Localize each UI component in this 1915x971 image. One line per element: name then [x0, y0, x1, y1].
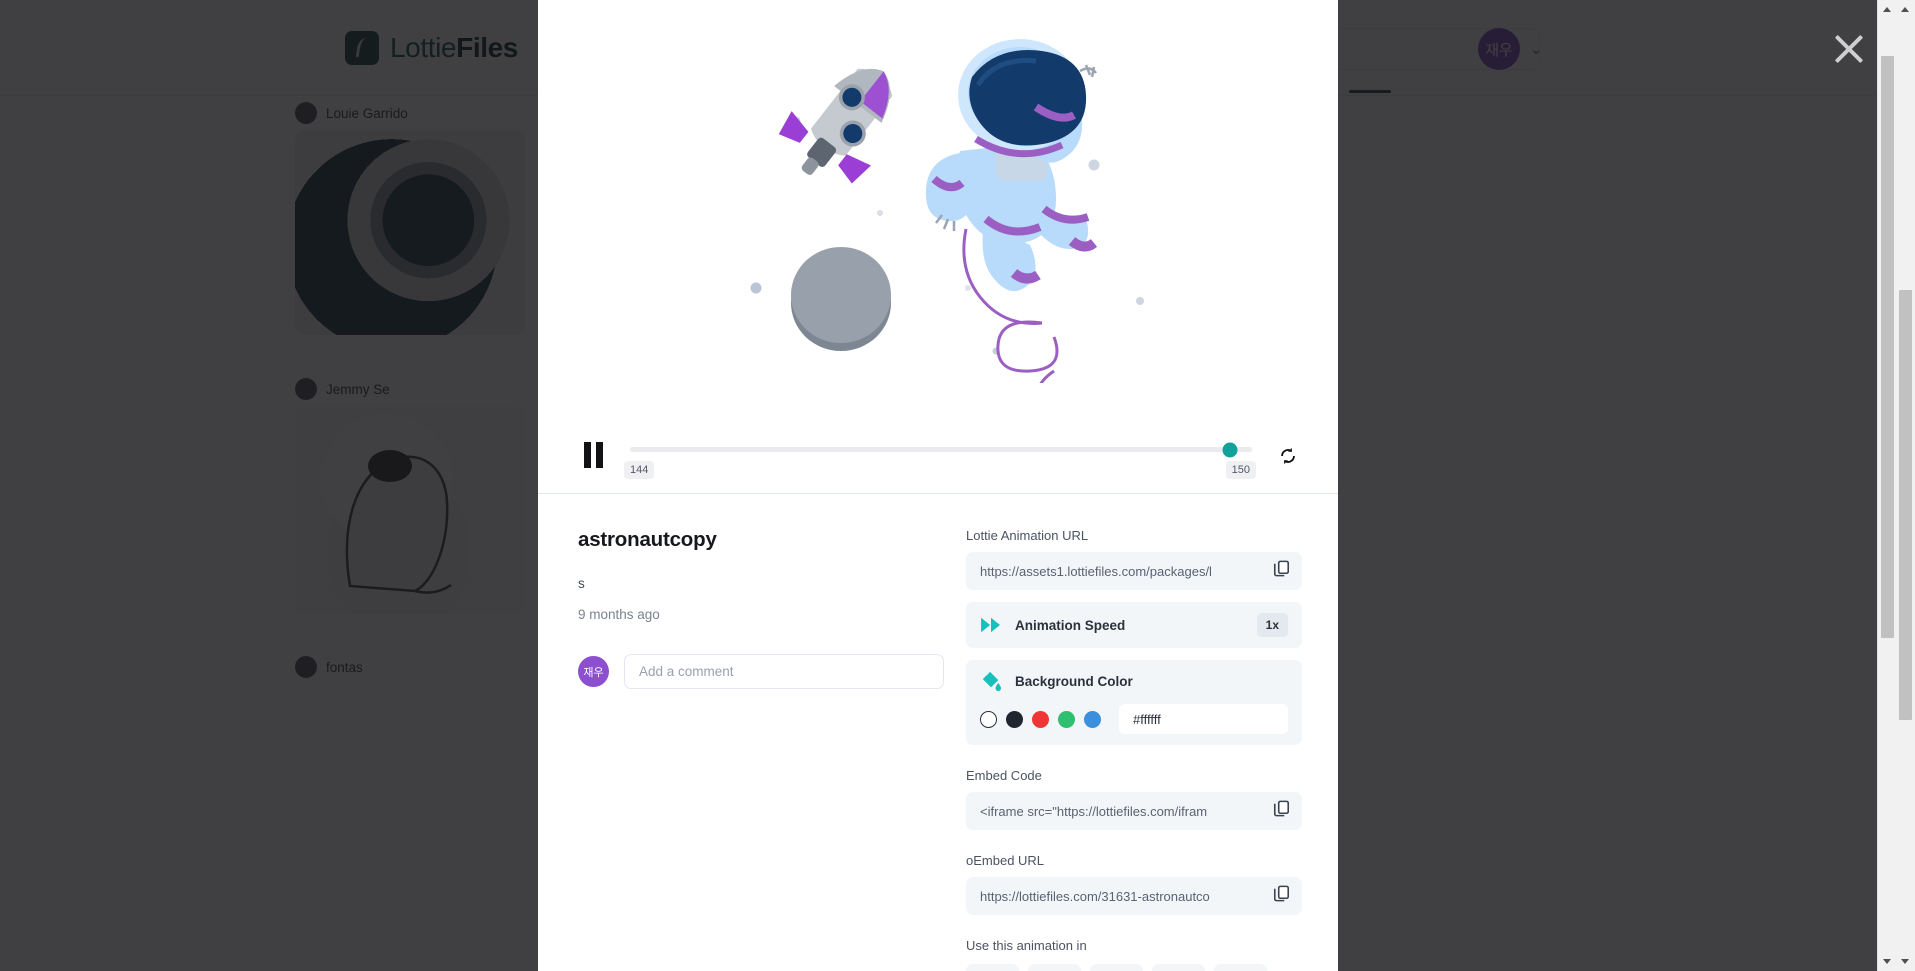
bgcolor-header: Background Color — [980, 671, 1288, 691]
copy-icon[interactable] — [1272, 884, 1292, 908]
oembed-url-value: https://lottiefiles.com/31631-astronautc… — [980, 888, 1210, 904]
animation-info: astronautcopy s 9 months ago 재우 Lottie A… — [538, 494, 1338, 971]
seek-track[interactable] — [630, 442, 1252, 457]
swatch-white[interactable] — [980, 710, 997, 728]
speed-label: Animation Speed — [1015, 617, 1126, 633]
current-frame: 144 — [624, 461, 655, 479]
animation-speed-panel: Animation Speed 1x — [966, 602, 1302, 648]
comment-input[interactable] — [624, 654, 944, 689]
player-controls: 144 150 — [538, 415, 1338, 493]
scroll-thumb[interactable] — [1881, 56, 1894, 638]
speed-value[interactable]: 1x — [1256, 613, 1288, 637]
swatch-green[interactable] — [1058, 710, 1075, 728]
avatar: 재우 — [578, 656, 609, 687]
platform-html-button[interactable]: <html> — [966, 964, 1019, 971]
copy-glyph — [1273, 560, 1290, 577]
oembed-url-field[interactable]: https://lottiefiles.com/31631-astronautc… — [966, 877, 1302, 915]
comment-composer: 재우 — [578, 654, 944, 689]
use-in-label: Use this animation in — [966, 938, 1087, 953]
info-right-column: Lottie Animation URL https://assets1.lot… — [966, 528, 1302, 971]
color-swatches: #ffffff — [980, 704, 1288, 734]
animation-url-value: https://assets1.lottiefiles.com/packages… — [980, 563, 1212, 579]
timestamp: 9 months ago — [578, 607, 660, 622]
animation-stage[interactable] — [538, 0, 1338, 415]
embed-code-field[interactable]: <iframe src="https://lottiefiles.com/ifr… — [966, 792, 1302, 830]
scroll-down-icon[interactable] — [1883, 959, 1891, 964]
scroll-down-icon[interactable] — [1901, 959, 1909, 964]
loop-button[interactable] — [1274, 442, 1302, 470]
animation-detail-modal: 144 150 astronautcopy s 9 months ago 재우 — [538, 0, 1338, 971]
seek-slider[interactable]: 144 150 — [624, 432, 1256, 483]
fast-forward-icon — [981, 617, 1000, 633]
animation-description: s — [578, 576, 585, 591]
hex-input[interactable]: #ffffff — [1119, 704, 1288, 734]
platform-elementor-button[interactable] — [1028, 964, 1081, 971]
close-icon[interactable] — [1830, 30, 1868, 68]
copy-glyph — [1273, 800, 1290, 817]
pause-icon — [595, 442, 603, 468]
platform-apple-button[interactable] — [1152, 964, 1205, 971]
frame-labels: 144 150 — [624, 461, 1256, 483]
inner-scrollbar[interactable] — [1877, 0, 1896, 971]
embed-code-value: <iframe src="https://lottiefiles.com/ifr… — [980, 803, 1208, 819]
copy-icon[interactable] — [1272, 559, 1292, 583]
platform-android-button[interactable] — [1214, 964, 1267, 971]
animation-url-field[interactable]: https://assets1.lottiefiles.com/packages… — [966, 552, 1302, 590]
copy-icon[interactable] — [1272, 799, 1292, 823]
platform-webflow-button[interactable]: W — [1090, 964, 1143, 971]
page-title: astronautcopy — [578, 528, 717, 551]
seek-handle[interactable] — [1222, 442, 1238, 457]
copy-glyph — [1273, 885, 1290, 902]
swatch-blue[interactable] — [1084, 710, 1101, 728]
speed-header: Animation Speed 1x — [980, 613, 1288, 637]
pause-button[interactable] — [578, 440, 608, 470]
oembed-url-label: oEmbed URL — [966, 853, 1045, 868]
page-scrollbar[interactable] — [1896, 0, 1915, 971]
loop-icon — [1281, 447, 1295, 465]
scroll-up-icon[interactable] — [1883, 7, 1891, 12]
animation-player: 144 150 — [538, 0, 1338, 494]
swatch-dark[interactable] — [1006, 710, 1023, 728]
pause-icon — [583, 442, 591, 468]
background-color-panel: Background Color #ffffff — [966, 660, 1302, 745]
scroll-thumb[interactable] — [1899, 290, 1912, 720]
bgcolor-label: Background Color — [1015, 673, 1133, 689]
paint-bucket-icon — [982, 671, 1001, 691]
animation-url-label: Lottie Animation URL — [966, 528, 1089, 543]
astronaut-rocket-animation — [750, 38, 1144, 383]
scroll-up-icon[interactable] — [1901, 7, 1909, 12]
info-left-column: astronautcopy s 9 months ago 재우 — [578, 528, 966, 971]
embed-code-label: Embed Code — [966, 768, 1042, 783]
swatch-red[interactable] — [1032, 710, 1049, 728]
platform-buttons: <html> W — [966, 964, 1302, 971]
total-frames: 150 — [1225, 461, 1256, 479]
